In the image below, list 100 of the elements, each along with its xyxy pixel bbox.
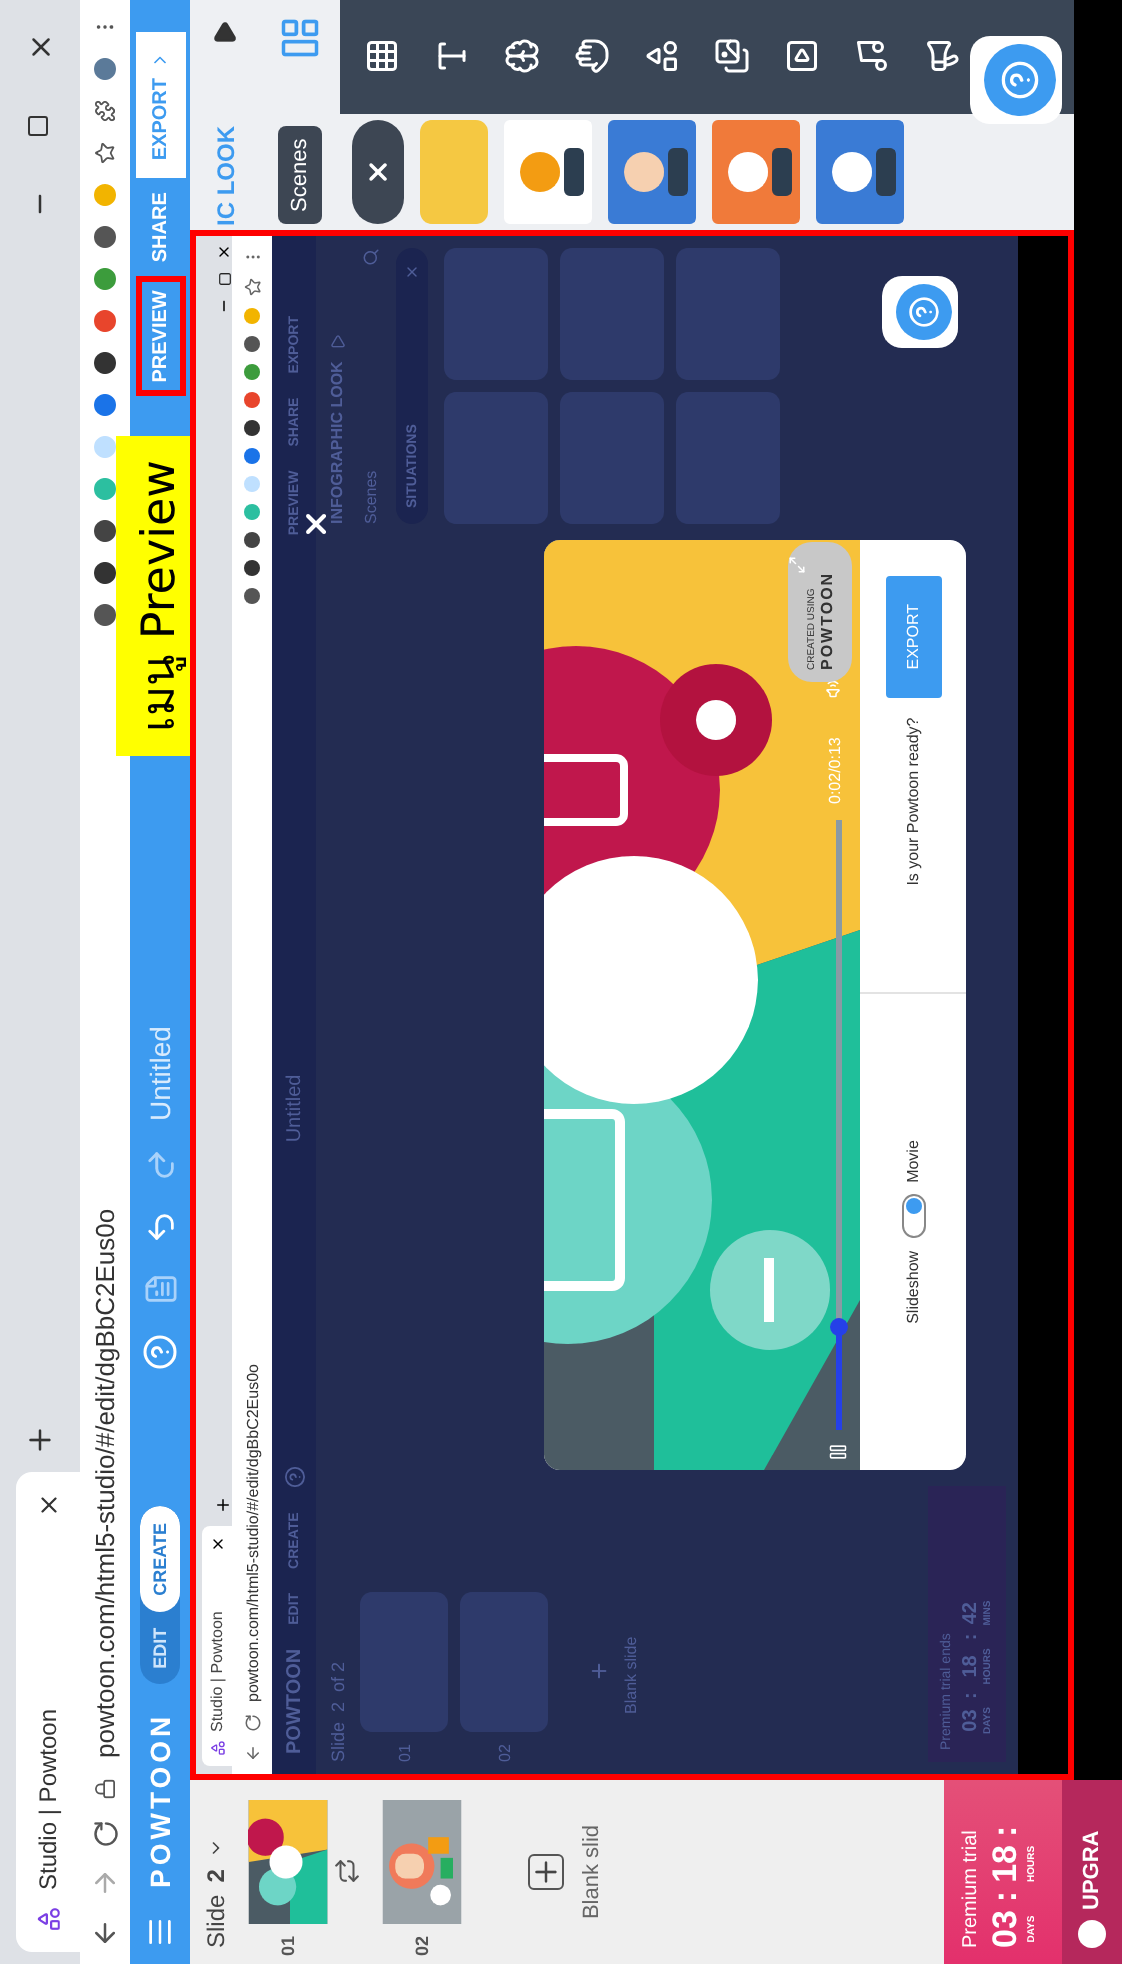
megaphone-icon[interactable] xyxy=(924,39,960,75)
reload-icon[interactable] xyxy=(91,1820,119,1848)
countdown-value: 18 xyxy=(986,1844,1026,1883)
export-prompt: Is your Powtoon ready? xyxy=(904,717,922,886)
export-button[interactable]: EXPORT xyxy=(135,32,185,179)
shapes-icon[interactable] xyxy=(644,39,680,75)
scene-thumbnail xyxy=(444,392,548,524)
lock-icon xyxy=(94,1778,116,1800)
reload-icon xyxy=(243,1714,261,1732)
back-icon xyxy=(243,1744,261,1762)
slide-number: 02 xyxy=(412,1935,432,1956)
countdown-value: 03 xyxy=(960,1709,982,1732)
close-icon xyxy=(404,264,420,280)
extension-icon[interactable] xyxy=(94,604,116,626)
new-tab-icon xyxy=(214,1496,232,1514)
hand-icon[interactable] xyxy=(574,39,610,75)
progress-track[interactable] xyxy=(836,820,842,1430)
address-field[interactable]: powtoon.com/html5-studio/#/edit/dgBbC2Eus0o xyxy=(90,1208,120,1758)
slide-select[interactable]: 2 xyxy=(202,1869,230,1883)
extension-icon[interactable] xyxy=(94,226,116,248)
scene-thumbnail xyxy=(676,392,780,524)
layout-icon[interactable] xyxy=(278,16,322,60)
mode-label: Movie xyxy=(904,1140,922,1183)
mode-toggle[interactable] xyxy=(901,1194,925,1239)
upgrade-bar[interactable]: UPGRA xyxy=(1062,1780,1122,1964)
export-button[interactable]: EXPORT xyxy=(885,576,941,698)
add-slide-icon xyxy=(588,1660,610,1682)
images-icon[interactable] xyxy=(714,39,750,75)
blank-slide-label[interactable]: Blank slid xyxy=(580,1824,604,1920)
panel-title: IC LOOK xyxy=(211,126,239,226)
play-square-icon[interactable] xyxy=(784,39,820,75)
toolbar-link[interactable]: PREVIEW xyxy=(135,276,185,397)
pause-icon[interactable] xyxy=(828,1442,848,1462)
play-icon xyxy=(329,333,345,350)
music-icon[interactable] xyxy=(854,39,890,75)
panel-title: INFOGRAPHIC LOOK xyxy=(328,361,346,524)
maximize-icon[interactable] xyxy=(25,114,49,138)
mode-tab[interactable]: CREATE xyxy=(140,1507,180,1612)
slide-number: 01 xyxy=(395,1744,413,1762)
help-widget[interactable] xyxy=(970,36,1062,124)
toolbar-link[interactable]: SHARE xyxy=(135,178,185,277)
extension-icon[interactable] xyxy=(94,520,116,542)
extension-icon[interactable] xyxy=(94,352,116,374)
countdown-separator: : xyxy=(986,1825,1026,1837)
undo-icon[interactable] xyxy=(143,1211,177,1245)
mode-tab[interactable]: EDIT xyxy=(140,1611,180,1685)
help-icon xyxy=(283,1466,305,1489)
scene-thumbnail xyxy=(560,392,664,524)
close-tab-icon xyxy=(209,1536,225,1552)
scene-thumbnail xyxy=(444,248,548,380)
countdown-value: 03 xyxy=(986,1910,1026,1948)
arrows-icon[interactable] xyxy=(334,1858,360,1884)
avatar-icon[interactable] xyxy=(94,58,116,80)
mode-switch[interactable]: EDIT CREATE xyxy=(140,1507,180,1685)
project-title: Untitled xyxy=(283,1074,305,1143)
puzzle-icon[interactable] xyxy=(94,100,116,122)
blank-slide-label: Blank slide xyxy=(622,1634,640,1714)
close-pill[interactable] xyxy=(352,120,404,224)
back-icon[interactable] xyxy=(90,1918,120,1948)
trial-title: Premium trial xyxy=(958,1828,984,1952)
extension-icon[interactable] xyxy=(94,562,116,584)
slide-label: Slide xyxy=(202,1894,230,1948)
browser-tab[interactable]: Studio | Powtoon xyxy=(16,1472,80,1952)
playback-time: 0:02/0:13 xyxy=(826,737,844,804)
close-tab-icon[interactable] xyxy=(35,1492,61,1518)
maximize-icon xyxy=(218,272,232,286)
bookmark-star-icon xyxy=(243,278,261,296)
countdown-separator: : xyxy=(960,1692,982,1700)
slide-number: 01 xyxy=(278,1935,298,1956)
brain-icon[interactable] xyxy=(504,39,540,75)
close-icon[interactable] xyxy=(300,508,332,540)
countdown-value: 18 xyxy=(960,1655,982,1678)
help-icon[interactable] xyxy=(142,1335,178,1371)
logo: POWTOON xyxy=(144,1712,176,1888)
mode-label: Slideshow xyxy=(904,1250,922,1324)
close-icon xyxy=(364,158,392,186)
grid-icon[interactable] xyxy=(364,39,400,75)
logo-icon xyxy=(35,1906,61,1932)
search-icon xyxy=(362,248,380,266)
project-title[interactable]: Untitled xyxy=(144,1026,176,1121)
text-icon[interactable] xyxy=(434,39,470,75)
countdown-separator: : xyxy=(986,1890,1026,1903)
scene-thumbnail xyxy=(560,248,664,380)
help-icon xyxy=(908,296,940,328)
panel-label: Scenes xyxy=(362,470,380,524)
current-slide-number: 2 xyxy=(328,1701,348,1712)
slide-number: 02 xyxy=(495,1744,513,1762)
slide-thumbnail xyxy=(460,1592,548,1733)
play-icon[interactable] xyxy=(212,20,238,46)
add-slide-icon[interactable] xyxy=(528,1854,564,1890)
new-tab-icon[interactable] xyxy=(24,1424,56,1456)
address-field: powtoon.com/html5-studio/#/edit/dgBbC2Eus0o xyxy=(243,1364,261,1702)
scenes-tooltip: Scenes xyxy=(278,126,322,224)
logo-icon xyxy=(209,1740,225,1756)
help-icon xyxy=(1000,60,1040,100)
slide-thumbnail xyxy=(360,1592,448,1733)
logo: POWTOON xyxy=(283,1648,305,1754)
close-icon xyxy=(216,244,232,260)
bookmark-star-icon[interactable] xyxy=(94,142,116,164)
scene-thumbnail xyxy=(676,248,780,380)
